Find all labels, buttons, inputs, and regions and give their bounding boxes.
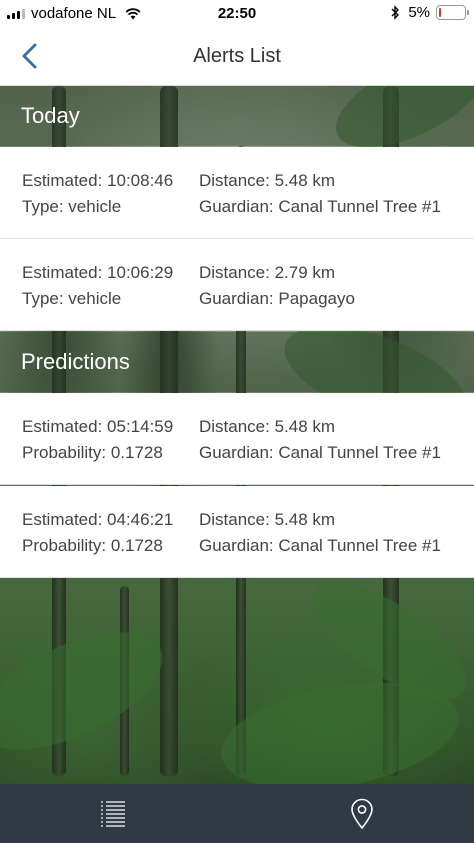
page-title: Alerts List [193, 45, 281, 67]
tab-bar [0, 784, 474, 843]
battery-percent: 5% [408, 4, 430, 21]
prediction-probability: Probability: 0.1728 [22, 536, 163, 555]
alert-distance: Distance: 2.79 km [199, 263, 336, 282]
list-icon[interactable] [99, 798, 129, 830]
section-header-today: Today [0, 86, 474, 146]
battery-icon [436, 5, 469, 20]
bluetooth-icon [391, 5, 400, 20]
prediction-guardian: Guardian: Canal Tunnel Tree #1 [199, 443, 441, 462]
status-bar: vodafone NL 22:50 5% [0, 0, 474, 28]
alert-guardian: Guardian: Papagayo [199, 289, 355, 308]
navigation-bar: Alerts List [0, 28, 474, 86]
alert-row[interactable]: Estimated: 10:08:46 Type: vehicle Distan… [0, 147, 474, 239]
prediction-distance: Distance: 5.48 km [199, 417, 336, 436]
status-right-group: 5% [390, 4, 469, 21]
prediction-row[interactable]: Estimated: 04:46:21 Probability: 0.1728 … [0, 486, 474, 578]
section-title: Predictions [21, 349, 130, 374]
alert-type: Type: vehicle [22, 197, 122, 216]
section-title: Today [21, 103, 80, 128]
alert-row[interactable]: Estimated: 10:06:29 Type: vehicle Distan… [0, 239, 474, 331]
prediction-probability: Probability: 0.1728 [22, 443, 163, 462]
alert-estimated: Estimated: 10:08:46 [22, 171, 174, 190]
prediction-distance: Distance: 5.48 km [199, 510, 336, 529]
prediction-estimated: Estimated: 04:46:21 [22, 510, 174, 529]
alert-estimated: Estimated: 10:06:29 [22, 263, 174, 282]
alert-type: Type: vehicle [22, 289, 122, 308]
prediction-row[interactable]: Estimated: 05:14:59 Probability: 0.1728 … [0, 393, 474, 485]
section-header-predictions: Predictions [0, 332, 474, 392]
prediction-estimated: Estimated: 05:14:59 [22, 417, 174, 436]
map-pin-icon[interactable] [347, 798, 377, 830]
prediction-guardian: Guardian: Canal Tunnel Tree #1 [199, 536, 441, 555]
alert-guardian: Guardian: Canal Tunnel Tree #1 [199, 197, 441, 216]
alert-distance: Distance: 5.48 km [199, 171, 336, 190]
